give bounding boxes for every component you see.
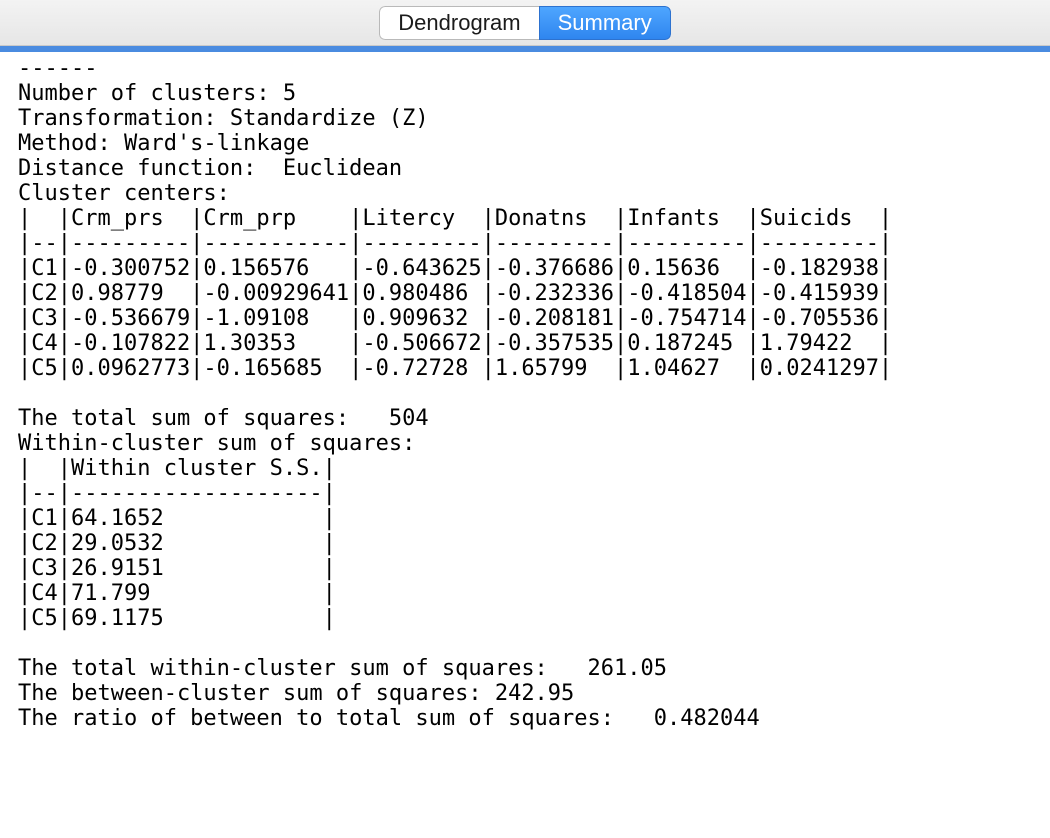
summary-output: ------ Number of clusters: 5 Transformat… <box>0 52 1050 755</box>
titlebar: Dendrogram Summary <box>0 0 1050 46</box>
tab-segmented-control: Dendrogram Summary <box>379 6 670 40</box>
tab-summary[interactable]: Summary <box>539 6 671 40</box>
tab-dendrogram[interactable]: Dendrogram <box>379 6 538 40</box>
